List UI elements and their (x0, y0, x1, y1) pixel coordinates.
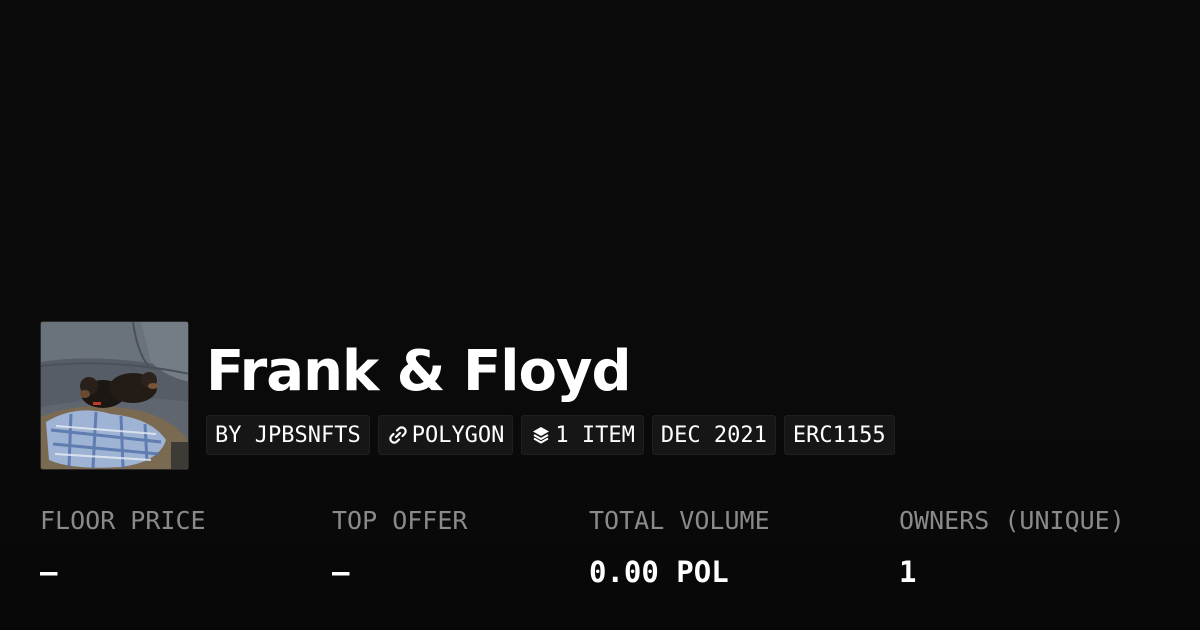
creator-pill[interactable]: BY JPBSNFTS (206, 415, 370, 455)
collection-card: Frank & Floyd BY JPBSNFTS POLYGON 1 ITEM… (0, 0, 1200, 630)
collection-avatar[interactable] (40, 321, 189, 470)
stat-value: – (40, 555, 58, 589)
stat-label: OWNERS (UNIQUE) (899, 506, 1125, 535)
stat-top-offer: TOP OFFER – (332, 502, 467, 592)
creator-label: BY JPBSNFTS (215, 422, 361, 448)
stat-value: 0.00 POL (589, 555, 729, 589)
stat-value: – (332, 555, 350, 589)
link-icon (387, 424, 409, 446)
items-label: 1 ITEM (555, 422, 635, 448)
layers-icon (530, 424, 552, 446)
chain-label: POLYGON (411, 422, 505, 448)
stat-value: 1 (899, 555, 917, 589)
stat-label: TOP OFFER (332, 506, 468, 535)
collection-meta-pills: BY JPBSNFTS POLYGON 1 ITEM DEC 2021 ERC1… (206, 415, 895, 455)
date-label: DEC 2021 (660, 422, 767, 448)
collection-stats: FLOOR PRICE – TOP OFFER – TOTAL VOLUME 0… (40, 502, 1180, 602)
chain-pill[interactable]: POLYGON (377, 415, 514, 455)
standard-pill: ERC1155 (783, 415, 895, 455)
stat-label: FLOOR PRICE (40, 506, 206, 535)
stat-label: TOTAL VOLUME (589, 506, 770, 535)
collection-title: Frank & Floyd (206, 339, 632, 404)
date-pill: DEC 2021 (651, 415, 776, 455)
standard-label: ERC1155 (792, 422, 886, 448)
stat-total-volume: TOTAL VOLUME 0.00 POL (589, 502, 770, 592)
items-pill[interactable]: 1 ITEM (521, 415, 644, 455)
stat-floor-price: FLOOR PRICE – (40, 502, 206, 592)
avatar-photo-image (41, 322, 188, 469)
stat-owners: OWNERS (UNIQUE) 1 (899, 502, 1125, 592)
